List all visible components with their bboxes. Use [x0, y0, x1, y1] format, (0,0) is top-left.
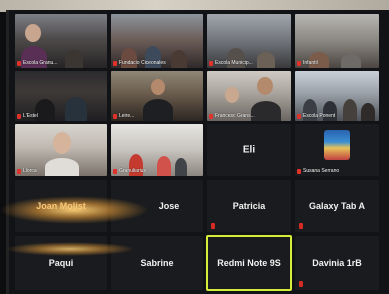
video-tile-label: Llorca	[23, 168, 37, 174]
participant-name: Jose	[158, 201, 180, 211]
name-tile[interactable]: Davinia 1rB	[295, 236, 379, 290]
participant-body	[341, 54, 361, 68]
name-tile[interactable]: Paqui	[15, 236, 107, 290]
video-tile-label: Granuliarius	[119, 168, 146, 174]
video-tile-label: Escola Ponent	[303, 113, 336, 119]
video-tile[interactable]: Escola Ponent	[295, 71, 379, 121]
video-tile[interactable]: Susana Serrano	[295, 124, 379, 176]
participant-face	[257, 77, 273, 95]
mic-muted-icon	[113, 60, 117, 66]
name-tile[interactable]: Sabrine	[111, 236, 203, 290]
video-tile-caption: Escola Municip...	[209, 60, 253, 66]
name-tile-active-speaker[interactable]: Redmi Note 9S	[206, 235, 292, 291]
participant-body	[175, 158, 187, 176]
video-tile-caption: Susana Serrano	[297, 168, 339, 174]
mic-muted-icon	[209, 113, 213, 119]
name-tile[interactable]: Patricia	[207, 180, 291, 232]
mic-muted-icon	[299, 281, 303, 287]
video-tile[interactable]: Leire...	[111, 71, 203, 121]
participant-name: Galaxy Tab A	[308, 201, 366, 211]
video-tile-caption: Escola Granu...	[17, 60, 57, 66]
video-tile[interactable]: Granuliarius	[111, 124, 203, 176]
participant-body	[45, 158, 79, 176]
mic-muted-icon	[17, 168, 21, 174]
participant-body	[171, 50, 187, 68]
video-tile-label: Leire...	[119, 113, 135, 119]
participant-name: Paqui	[48, 258, 74, 268]
participant-body	[143, 99, 173, 121]
participant-body	[65, 97, 87, 121]
mic-muted-icon	[113, 168, 117, 174]
participant-face	[151, 79, 165, 95]
video-tile[interactable]: Fundacio Ciceonales	[111, 14, 203, 68]
name-tile[interactable]: Galaxy Tab A	[295, 180, 379, 232]
video-tile[interactable]: Escola Municip...	[207, 14, 291, 68]
video-tile-caption: Llorca	[17, 168, 37, 174]
participant-name: Sabrine	[140, 258, 174, 268]
video-tile[interactable]: Francesc Grans...	[207, 71, 291, 121]
video-tile-label: Fundacio Ciceonales	[119, 60, 166, 66]
video-tile-label: Escola Granu...	[23, 60, 58, 66]
name-tile[interactable]: Joan Molist	[15, 180, 107, 232]
video-tile-label: Francesc Grans...	[215, 113, 255, 119]
mic-muted-icon	[297, 168, 301, 174]
mic-muted-icon	[17, 60, 21, 66]
mic-muted-icon	[297, 60, 301, 66]
video-tile-label: Escola Municip...	[215, 60, 253, 66]
participant-body	[251, 101, 281, 121]
mic-muted-icon	[17, 113, 21, 119]
video-tile-caption: L'Estel	[17, 113, 38, 119]
mic-muted-icon	[209, 60, 213, 66]
participant-avatar	[324, 130, 350, 160]
participant-name: Redmi Note 9S	[217, 258, 281, 268]
participant-name: Davinia 1rB	[312, 258, 362, 268]
mic-muted-icon	[113, 113, 117, 119]
participant-body	[257, 52, 275, 68]
name-tile[interactable]: Jose	[111, 180, 203, 232]
video-tile[interactable]: Eli	[207, 124, 291, 176]
video-tile-label: Infantil	[303, 60, 318, 66]
video-tile-caption: Francesc Grans...	[209, 113, 255, 119]
participant-face	[225, 87, 239, 103]
video-tile[interactable]: L'Estel	[15, 71, 107, 121]
video-tile-caption: Infantil	[297, 60, 318, 66]
video-tile-caption: Granuliarius	[113, 168, 146, 174]
participant-body	[65, 50, 83, 68]
participant-name: Patricia	[232, 201, 266, 211]
video-tile-caption: Escola Ponent	[297, 113, 335, 119]
participant-face	[25, 24, 41, 42]
video-tile[interactable]: Llorca	[15, 124, 107, 176]
video-tile[interactable]: Infantil	[295, 14, 379, 68]
participant-body	[361, 103, 375, 121]
participant-body	[157, 156, 171, 176]
video-tile-label: Susana Serrano	[303, 168, 340, 174]
video-tile-caption: Leire...	[113, 113, 134, 119]
participant-name: Joan Molist	[36, 201, 86, 211]
video-tile[interactable]: Escola Granu...	[15, 14, 107, 68]
video-tile-caption: Fundacio Ciceonales	[113, 60, 166, 66]
participant-body	[35, 99, 55, 121]
meeting-grid: Escola Granu... Fundacio Ciceonales Esco…	[0, 10, 389, 294]
participant-face	[53, 132, 71, 154]
mic-muted-icon	[299, 223, 303, 229]
mic-muted-icon	[211, 223, 215, 229]
participant-name: Eli	[242, 144, 256, 156]
mic-muted-icon	[297, 113, 301, 119]
video-tile-label: L'Estel	[23, 113, 38, 119]
participant-body	[343, 99, 357, 121]
